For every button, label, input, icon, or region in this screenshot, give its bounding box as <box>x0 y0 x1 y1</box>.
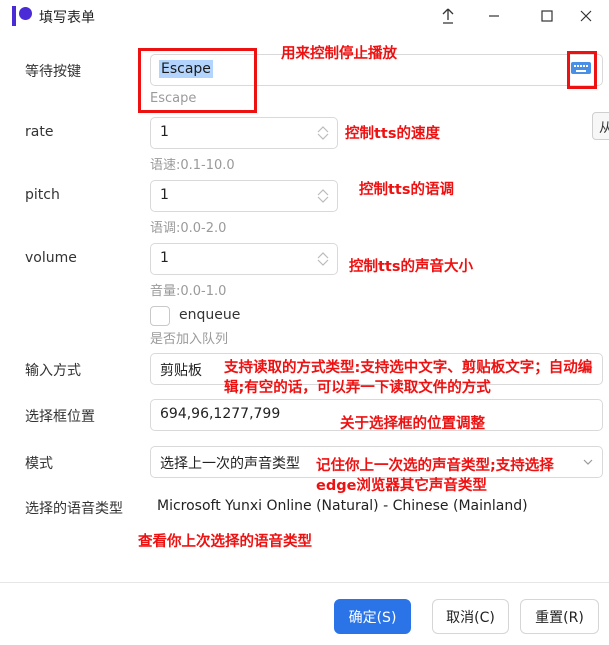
hotkey-hint: Escape <box>150 91 197 106</box>
app-logo-icon <box>12 6 32 26</box>
annotation-volume: 控制tts的声音大小 <box>349 259 473 275</box>
input-mode-label: 输入方式 <box>25 363 81 379</box>
pitch-label: pitch <box>25 187 60 203</box>
close-icon[interactable] <box>563 0 609 32</box>
annotation-box-position: 关于选择框的位置调整 <box>340 416 485 432</box>
rate-stepper[interactable]: 1 <box>150 117 338 149</box>
volume-value: 1 <box>160 250 169 266</box>
annotation-hotkey: 用来控制停止播放 <box>281 46 397 62</box>
pitch-hint: 语调:0.0-2.0 <box>150 221 227 236</box>
side-tab[interactable]: 从 <box>592 112 609 140</box>
keyboard-icon[interactable] <box>570 60 592 76</box>
annotation-mode: 记住你上一次选的声音类型;支持选择edge浏览器其它声音类型 <box>316 458 554 494</box>
box-position-value: 694,96,1277,799 <box>160 406 281 422</box>
hotkey-value: Escape <box>159 60 213 78</box>
window-title: 填写表单 <box>39 10 95 26</box>
rate-hint: 语速:0.1-10.0 <box>150 158 235 173</box>
mode-value: 选择上一次的声音类型 <box>160 456 300 472</box>
spin-arrows-icon[interactable] <box>315 124 331 142</box>
enqueue-hint: 是否加入队列 <box>150 332 229 347</box>
input-mode-value: 剪贴板 <box>160 363 202 379</box>
minimize-icon[interactable] <box>471 0 517 32</box>
volume-label: volume <box>25 250 77 266</box>
cancel-button[interactable]: 取消(C) <box>432 599 509 634</box>
pitch-stepper[interactable]: 1 <box>150 180 338 212</box>
voice-value: Microsoft Yunxi Online (Natural) - Chine… <box>157 498 528 514</box>
annotation-input-mode: 支持读取的方式类型:支持选中文字、剪贴板文字；自动编辑;有空的话，可以弄一下读取… <box>224 360 593 396</box>
rate-value: 1 <box>160 124 169 140</box>
annotation-rate: 控制tts的速度 <box>345 126 440 142</box>
pitch-value: 1 <box>160 187 169 203</box>
title-bar: 填写表单 <box>0 0 609 32</box>
pin-icon[interactable] <box>425 0 471 32</box>
footer-divider <box>0 582 609 583</box>
ok-button[interactable]: 确定(S) <box>334 599 411 634</box>
annotation-voice: 查看你上次选择的语音类型 <box>138 534 312 550</box>
spin-arrows-icon[interactable] <box>315 187 331 205</box>
spin-arrows-icon[interactable] <box>315 250 331 268</box>
box-position-label: 选择框位置 <box>25 409 95 425</box>
hotkey-label: 等待按键 <box>25 64 81 80</box>
enqueue-checkbox[interactable] <box>150 306 170 326</box>
rate-label: rate <box>25 124 54 140</box>
volume-stepper[interactable]: 1 <box>150 243 338 275</box>
enqueue-label: enqueue <box>179 307 241 323</box>
volume-hint: 音量:0.0-1.0 <box>150 284 227 299</box>
mode-label: 模式 <box>25 456 53 472</box>
voice-label: 选择的语音类型 <box>25 501 123 517</box>
annotation-pitch: 控制tts的语调 <box>359 182 454 198</box>
reset-button[interactable]: 重置(R) <box>520 599 599 634</box>
